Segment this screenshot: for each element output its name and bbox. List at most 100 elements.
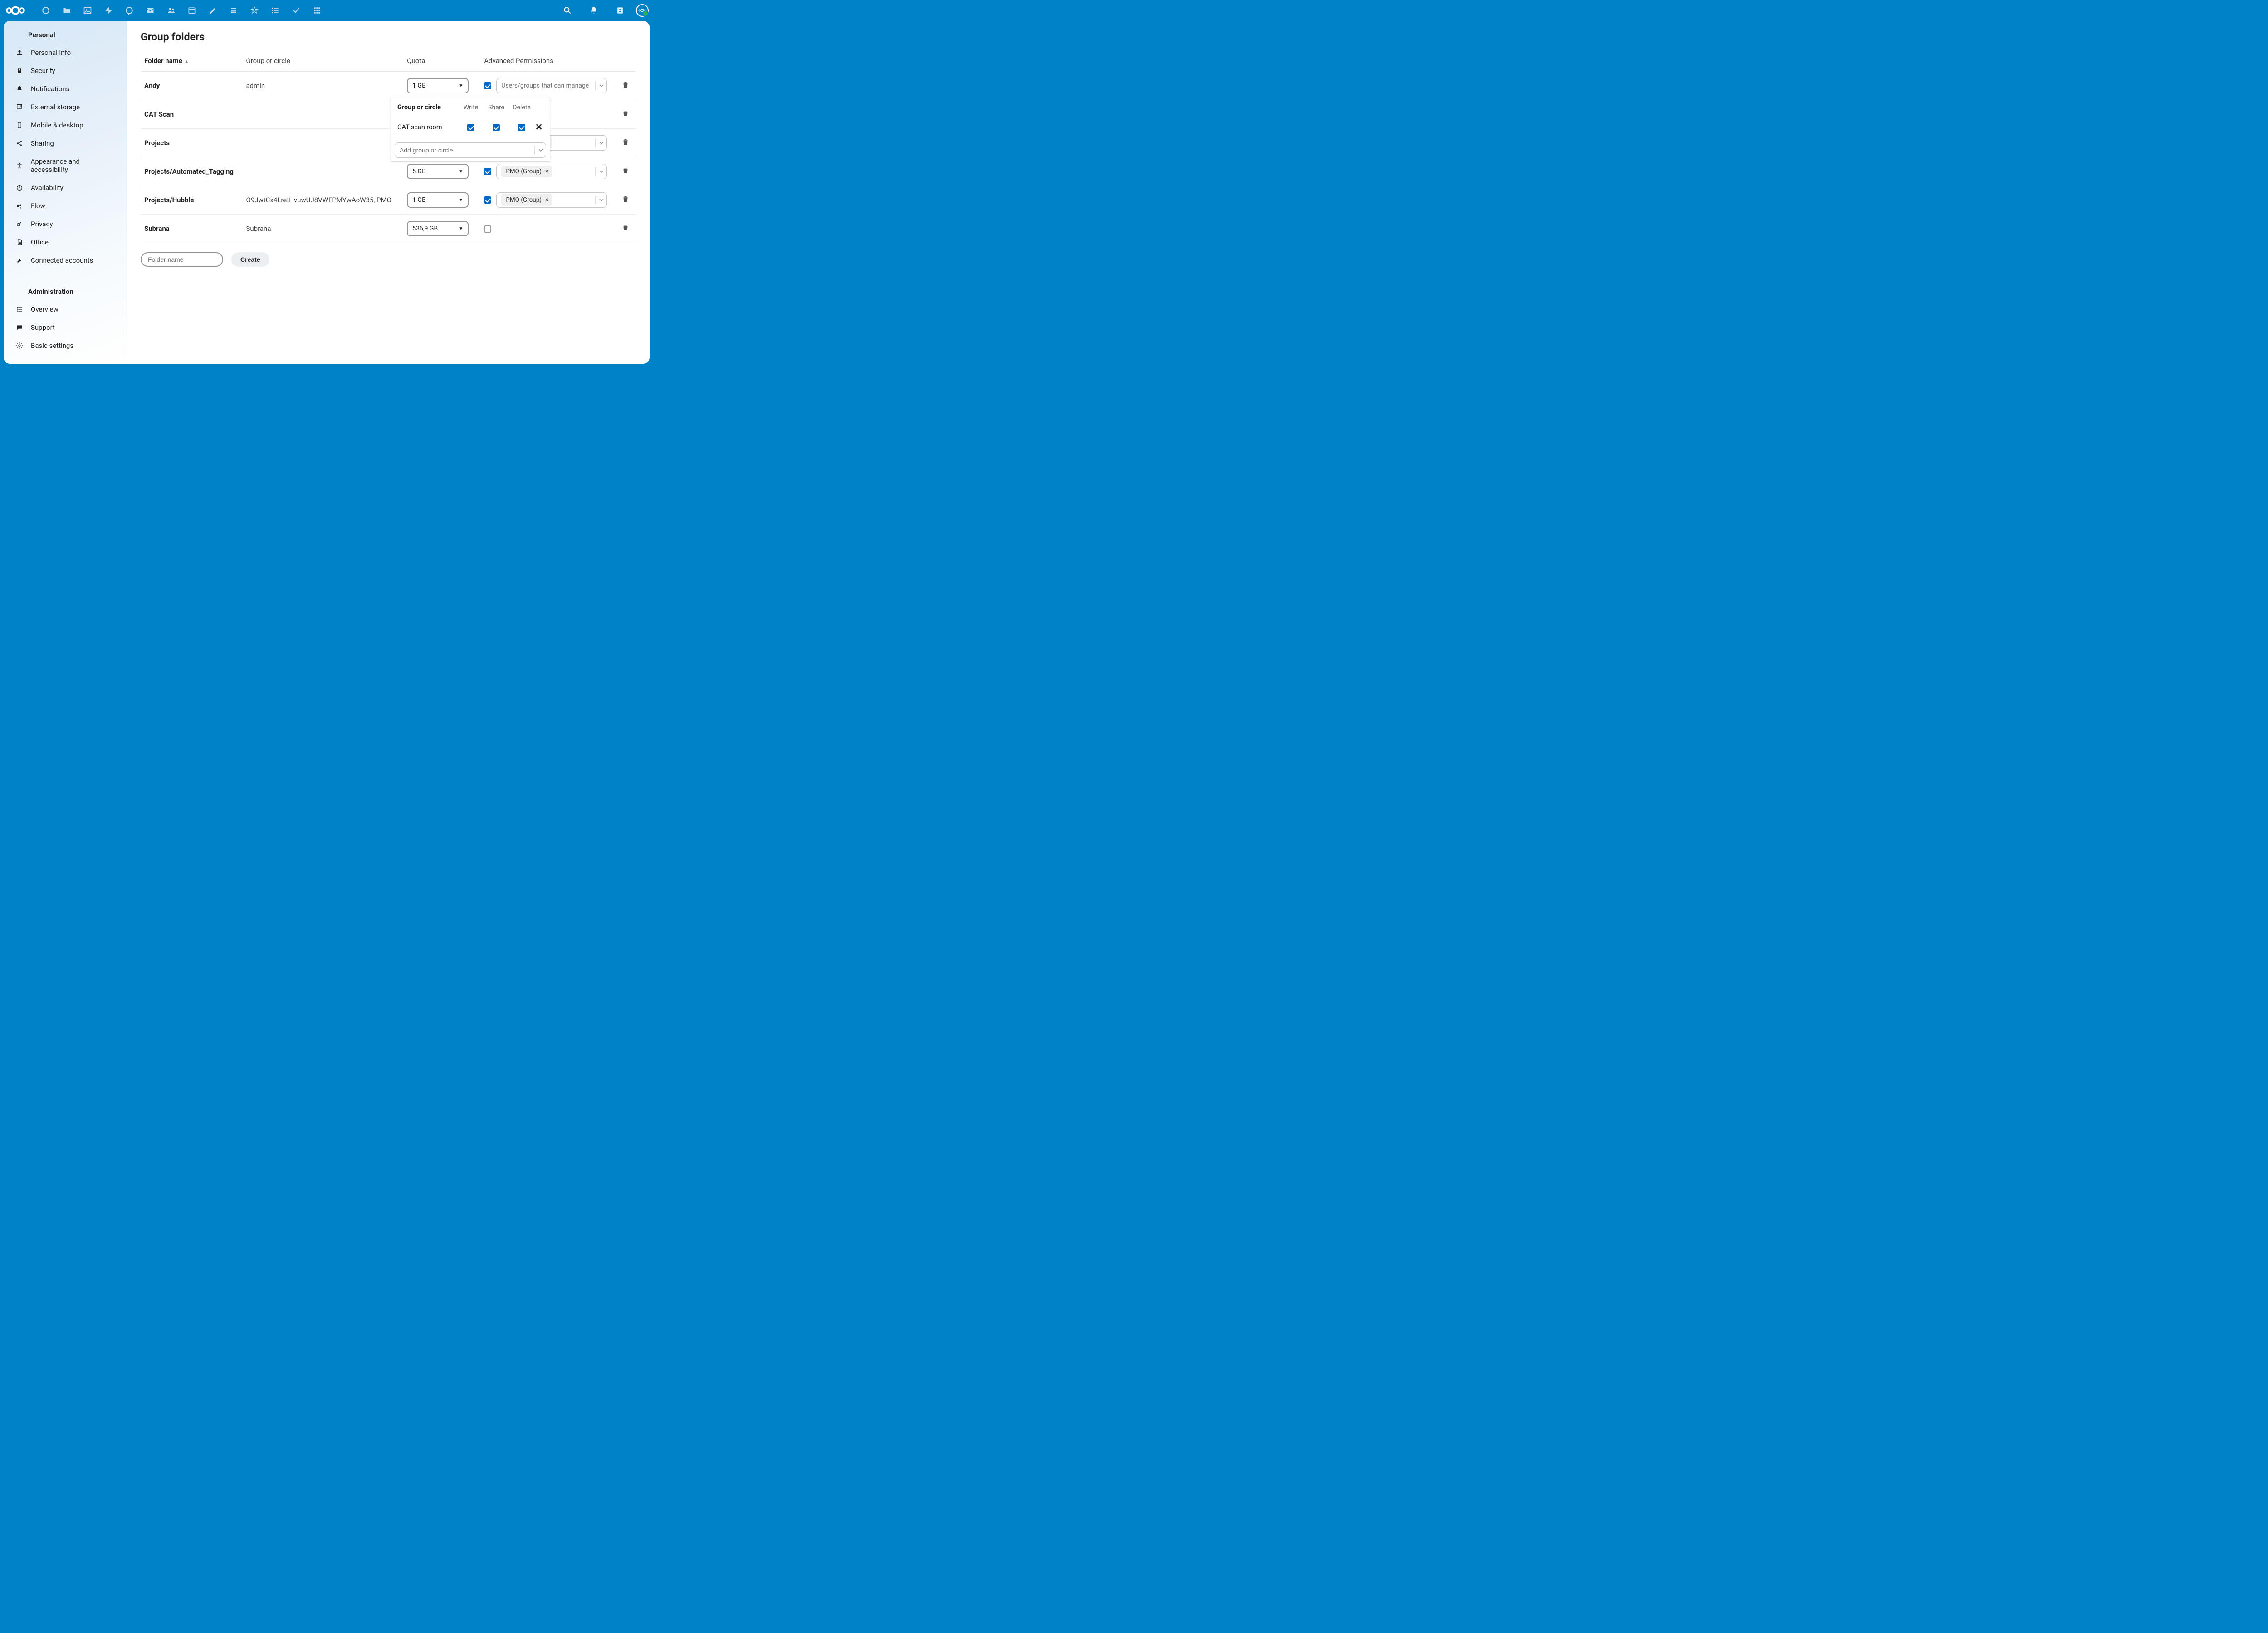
- delete-icon[interactable]: [621, 111, 630, 119]
- delete-icon[interactable]: [621, 168, 630, 176]
- search-icon[interactable]: [557, 0, 578, 21]
- sidebar-item-mobile-desktop[interactable]: Mobile & desktop: [4, 116, 127, 134]
- activity-icon[interactable]: [98, 0, 119, 21]
- popup-col-group: Group or circle: [397, 103, 458, 111]
- sidebar-item-office[interactable]: Office: [4, 233, 127, 251]
- popup-remove-icon[interactable]: ✕: [534, 122, 543, 132]
- col-advanced[interactable]: Advanced Permissions: [480, 52, 618, 72]
- sidebar-item-support[interactable]: Support: [4, 318, 127, 337]
- advanced-checkbox[interactable]: [484, 82, 491, 89]
- flow-icon: [15, 202, 24, 210]
- chevron-down-icon: [595, 138, 604, 147]
- photos-icon[interactable]: [77, 0, 98, 21]
- sidebar-item-label: Privacy: [31, 220, 53, 228]
- files-icon[interactable]: [56, 0, 77, 21]
- sidebar-item-label: Office: [31, 238, 49, 246]
- deck-icon[interactable]: [223, 0, 244, 21]
- sidebar-item-overview[interactable]: Overview: [4, 300, 127, 318]
- mail-icon[interactable]: [140, 0, 161, 21]
- notifications-icon[interactable]: [583, 0, 604, 21]
- chip-remove-icon[interactable]: ×: [544, 168, 549, 175]
- table-row: CAT Scan536,9 GB▼: [141, 100, 636, 129]
- sidebar-item-flow[interactable]: Flow: [4, 197, 127, 215]
- calendar-icon[interactable]: [181, 0, 202, 21]
- quota-select[interactable]: 5 GB▼: [407, 164, 469, 179]
- clock-icon: [15, 184, 24, 192]
- sidebar-item-personal-info[interactable]: Personal info: [4, 44, 127, 62]
- sidebar-item-label: Support: [31, 323, 55, 332]
- contacts-icon[interactable]: [161, 0, 181, 21]
- sidebar-item-sharing[interactable]: Sharing: [4, 134, 127, 152]
- user-icon: [15, 49, 24, 57]
- folder-name[interactable]: Projects/Hubble: [141, 186, 243, 215]
- quota-select[interactable]: 1 GB▼: [407, 78, 469, 93]
- notes-icon[interactable]: [202, 0, 223, 21]
- col-quota[interactable]: Quota: [403, 52, 480, 72]
- sidebar-item-label: Flow: [31, 202, 45, 210]
- quota-select[interactable]: 1 GB▼: [407, 192, 469, 208]
- delete-icon[interactable]: [621, 83, 630, 91]
- sidebar-item-availability[interactable]: Availability: [4, 179, 127, 197]
- manager-select[interactable]: PMO (Group)×: [496, 164, 607, 179]
- sidebar-item-label: Personal info: [31, 49, 71, 57]
- group-cell[interactable]: [243, 100, 404, 129]
- advanced-checkbox[interactable]: [484, 225, 491, 233]
- sidebar-section-admin: Administration: [4, 282, 127, 300]
- sidebar-item-privacy[interactable]: Privacy: [4, 215, 127, 233]
- folder-name[interactable]: CAT Scan: [141, 100, 243, 129]
- user-avatar[interactable]: [636, 4, 649, 17]
- talk-icon[interactable]: [119, 0, 140, 21]
- advanced-checkbox[interactable]: [484, 168, 491, 175]
- manager-select[interactable]: Users/groups that can manage: [496, 78, 607, 93]
- sidebar-item-connected-accounts[interactable]: Connected accounts: [4, 251, 127, 269]
- chip-remove-icon[interactable]: ×: [544, 196, 549, 204]
- popup-write-checkbox[interactable]: [467, 124, 474, 131]
- key-icon: [15, 220, 24, 228]
- advanced-checkbox[interactable]: [484, 196, 491, 204]
- group-cell[interactable]: O9JwtCx4LretHvuwUJ8VWFPMYwAoW35, PMO: [243, 186, 404, 215]
- quota-select[interactable]: 536,9 GB▼: [407, 221, 469, 236]
- folder-name[interactable]: Projects/Automated_Tagging: [141, 157, 243, 186]
- new-folder-input[interactable]: [141, 252, 223, 267]
- page-title: Group folders: [141, 31, 636, 43]
- bell-icon: [15, 85, 24, 93]
- col-group[interactable]: Group or circle: [243, 52, 404, 72]
- group-cell[interactable]: Subrana: [243, 215, 404, 243]
- tasks-check-icon[interactable]: [286, 0, 307, 21]
- group-cell[interactable]: [243, 129, 404, 157]
- create-button[interactable]: Create: [231, 252, 269, 267]
- chevron-down-icon: [595, 81, 604, 90]
- sidebar-item-basic-settings[interactable]: Basic settings: [4, 337, 127, 355]
- popup-col-delete: Delete: [509, 104, 534, 111]
- external-icon: [15, 103, 24, 111]
- contacts-menu-icon[interactable]: [610, 0, 631, 21]
- quota-value: 1 GB: [412, 196, 426, 204]
- folder-name[interactable]: Subrana: [141, 215, 243, 243]
- folder-name[interactable]: Andy: [141, 72, 243, 100]
- group-cell[interactable]: [243, 157, 404, 186]
- manager-select[interactable]: PMO (Group)×: [496, 192, 607, 208]
- sidebar-item-notifications[interactable]: Notifications: [4, 80, 127, 98]
- sidebar-item-external-storage[interactable]: External storage: [4, 98, 127, 116]
- featured-icon[interactable]: [244, 0, 265, 21]
- sidebar-item-appearance-and-accessibility[interactable]: Appearance and accessibility: [4, 152, 127, 179]
- table-row: Projects/HubbleO9JwtCx4LretHvuwUJ8VWFPMY…: [141, 186, 636, 215]
- caret-down-icon: ▼: [459, 226, 463, 231]
- popup-share-checkbox[interactable]: [493, 124, 500, 131]
- delete-icon[interactable]: [621, 197, 630, 205]
- tasks-list-icon[interactable]: [265, 0, 286, 21]
- popup-delete-checkbox[interactable]: [518, 124, 525, 131]
- logo[interactable]: [5, 4, 33, 17]
- dashboard-icon[interactable]: [35, 0, 56, 21]
- popup-add-group-select[interactable]: [395, 142, 546, 158]
- delete-icon[interactable]: [621, 140, 630, 148]
- popup-add-group-input[interactable]: [400, 147, 534, 154]
- col-folder-name[interactable]: Folder name▲: [141, 52, 243, 72]
- quota-value: 1 GB: [412, 82, 426, 89]
- group-cell[interactable]: admin: [243, 72, 404, 100]
- sidebar-item-security[interactable]: Security: [4, 62, 127, 80]
- folder-name[interactable]: Projects: [141, 129, 243, 157]
- grid-icon[interactable]: [307, 0, 327, 21]
- delete-icon[interactable]: [621, 225, 630, 234]
- chevron-down-icon: [595, 196, 604, 205]
